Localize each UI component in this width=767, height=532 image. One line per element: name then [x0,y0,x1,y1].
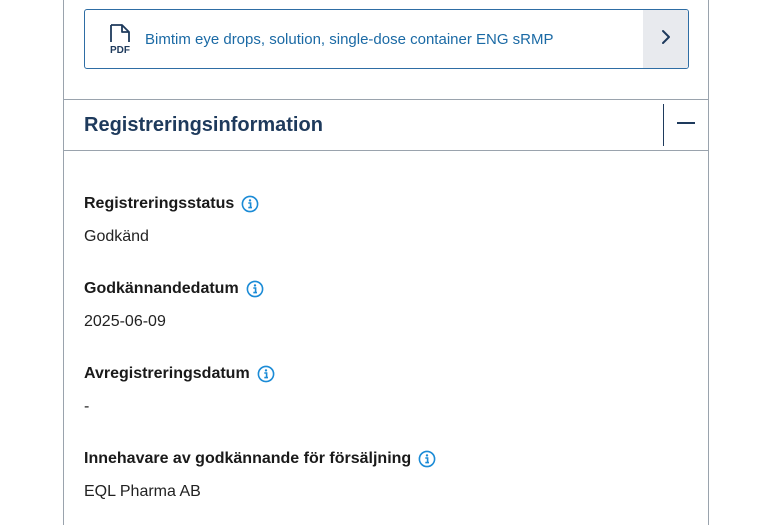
info-icon[interactable] [246,280,264,298]
document-card[interactable]: PDF Bimtim eye drops, solution, single-d… [84,9,689,69]
field-label: Avregistreringsdatum [84,365,250,382]
minus-icon [677,122,695,124]
info-icon[interactable] [418,450,436,468]
field-value: 2025-06-09 [84,313,166,330]
section-divider [64,150,708,151]
field-value: - [84,398,90,415]
info-icon[interactable] [257,365,275,383]
pdf-file-icon: PDF [103,22,137,56]
document-open-button[interactable] [643,10,688,68]
field-approval-date: Godkännandedatum 2025-06-09 [84,277,684,362]
field-label: Godkännandedatum [84,280,239,297]
field-marketing-authorisation-holder: Innehavare av godkännande för försäljnin… [84,447,684,532]
registration-panel: PDF Bimtim eye drops, solution, single-d… [63,0,709,525]
info-icon[interactable] [241,195,259,213]
section-title: Registreringsinformation [84,113,323,136]
field-deregistration-date: Avregistreringsdatum - [84,362,684,447]
field-value: Godkänd [84,228,149,245]
svg-text:PDF: PDF [110,45,130,56]
field-registration-status: Registreringsstatus Godkänd [84,192,684,277]
document-link[interactable]: Bimtim eye drops, solution, single-dose … [145,31,554,48]
field-value: EQL Pharma AB [84,483,201,500]
chevron-right-icon [660,29,672,50]
field-list: Registreringsstatus Godkänd Godkännanded… [84,192,684,532]
field-label: Innehavare av godkännande för försäljnin… [84,450,412,467]
section-header[interactable]: Registreringsinformation [64,100,708,150]
collapse-button[interactable] [663,104,708,146]
field-label: Registreringsstatus [84,195,235,212]
document-link-area[interactable]: PDF Bimtim eye drops, solution, single-d… [85,10,643,68]
